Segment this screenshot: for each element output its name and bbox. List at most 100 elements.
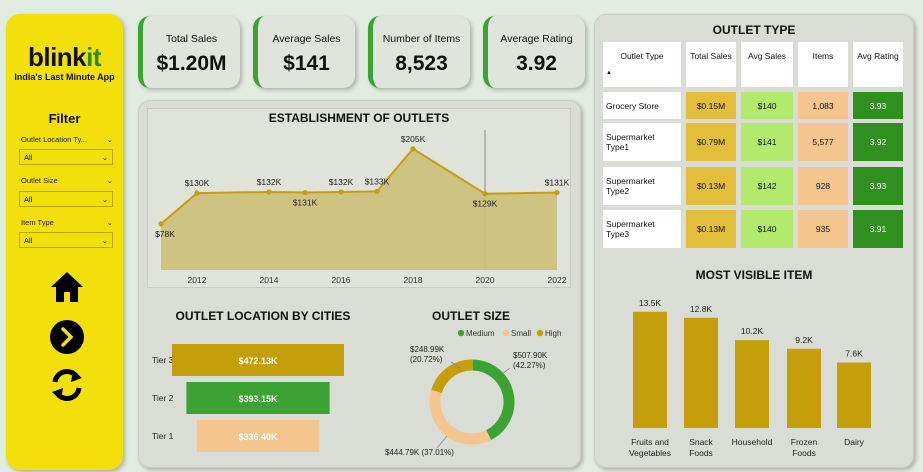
category-label: Snack Foods [689,437,713,458]
bar-value-label: 13.5K [639,298,662,308]
row-value: 3.93 [853,92,903,119]
data-point [158,221,164,227]
data-point [194,190,200,196]
row-outlet-type: Supermarket Type2 [603,167,681,205]
x-tick-label: 2020 [476,275,495,285]
slice-label: $444.79K (37.01%) [385,448,454,457]
kpi-number-of-items: Number of Items 8,523 [368,16,470,88]
outlet-size-title: OUTLET SIZE [432,309,510,323]
row-value: $142 [741,167,793,205]
bar-value-label: 10.2K [741,326,764,336]
category-label: Dairy [844,437,865,447]
legend-marker [457,329,465,337]
item-bar [837,362,871,428]
category-label: Tier 2 [152,393,174,403]
home-icon[interactable] [49,269,85,305]
item-type-select[interactable]: All ⌄ [19,232,113,248]
x-tick-label: 2016 [332,275,351,285]
brand-tagline: India's Last Minute App [14,72,115,82]
data-label: $205K [401,134,426,144]
category-label: Tier 3 [152,355,174,365]
slice-label: $507.90K (42.27%) [513,351,548,370]
chevron-down-icon: ⌄ [101,194,108,204]
data-point [302,189,308,196]
data-point [410,146,416,152]
category-label: Fruits and Vegetables [629,437,671,458]
row-value: $0.13M [686,167,736,205]
filter-label-outlet-location: Outlet Location Ty... ⌄ [21,135,113,144]
category-label: Tier 1 [152,431,174,441]
legend-label: Small [511,329,531,338]
row-value: 3.91 [853,210,903,248]
bar-value-label: 12.8K [690,304,713,314]
legend-marker [536,329,544,337]
data-point [374,188,380,194]
outlet-location-select[interactable]: All ⌄ [19,149,113,165]
legend-marker [502,329,510,337]
establishment-area-chart: $78K $130K $132K $131K $132K $133K $205K $129K $… [155,130,570,285]
x-tick-label: 2022 [548,275,567,285]
data-point [338,189,344,195]
item-bar [787,348,821,428]
chevron-right-icon[interactable] [49,319,85,355]
cities-title: OUTLET LOCATION BY CITIES [175,309,351,323]
category-label: Household [732,437,773,447]
data-label: $132K [257,177,282,187]
table-header: Avg Rating [853,42,903,87]
outlet-size-select[interactable]: All ⌄ [19,191,113,207]
filter-label-outlet-size: Outlet Size ⌄ [21,176,113,185]
data-point [482,191,488,197]
row-value: 3.92 [853,123,903,161]
refresh-icon[interactable] [49,367,85,403]
x-tick-label: 2014 [260,275,279,285]
brand-logo: blinkit [27,42,102,72]
row-value: 1,083 [798,92,848,119]
sidebar: blinkit India's Last Minute App Filter O… [6,14,123,470]
row-value: $140 [741,92,793,119]
bar-value-label: 7.6K [845,349,863,359]
bar-value-label: $393.15K [238,394,278,404]
bar-value-label: $336.40K [238,432,278,442]
data-point [554,189,560,196]
establishment-title: ESTABLISHMENT OF OUTLETS [268,111,450,125]
data-label: $129K [473,199,498,209]
data-point [266,189,272,195]
visible-item-bar-chart: 13.5K Fruits and Vegetables 12.8K Snack Foods… [629,298,871,458]
outlet-type-table: Outlet Type ▲ Total Sales Avg Sales Items Avg… [603,42,903,248]
x-tick-label: 2012 [188,275,207,285]
row-value: $0.13M [686,210,736,248]
leader-line [436,435,448,449]
filter-label-item-type: Item Type ⌄ [21,218,113,227]
row-value: 3.93 [853,167,903,205]
data-label: $133K [365,176,390,186]
slice-label: $248.99K (20.72%) [410,345,445,364]
row-value: 928 [798,167,848,205]
row-outlet-type: Supermarket Type1 [603,123,681,161]
data-label: $131K [545,178,570,188]
kpi-average-rating: Average Rating 3.92 [483,16,585,88]
row-value: $0.15M [686,92,736,119]
cities-bar-chart: Tier 3 $472.13K Tier 2 $393.15K Tier 1 $336.4… [152,344,344,452]
row-outlet-type: Grocery Store [603,92,681,119]
donut-slice [472,359,515,440]
area-fill [161,148,557,270]
row-value: 935 [798,210,848,248]
table-header: Total Sales [686,42,736,87]
outlet-size-donut-chart: Medium Small High $507.90K (42.27%) $444.79K … [385,329,561,457]
row-value: $141 [741,123,793,161]
chevron-down-icon: ⌄ [101,235,108,245]
row-value: 5,577 [798,123,848,161]
chevron-down-icon: ⌄ [101,152,108,162]
table-header[interactable]: Outlet Type ▲ [603,42,681,87]
x-tick-label: 2018 [404,275,423,285]
data-label: $131K [293,198,318,208]
item-bar [633,311,667,428]
donut-slice [431,359,473,394]
data-label: $78K [155,229,175,239]
category-label: Frozen Foods [791,437,818,458]
kpi-average-sales: Average Sales $141 [253,16,355,88]
sort-up-icon[interactable]: ▲ [606,70,678,76]
donut-slice [429,389,492,445]
kpi-total-sales: Total Sales $1.20M [138,16,240,88]
row-value: $0.79M [686,123,736,161]
